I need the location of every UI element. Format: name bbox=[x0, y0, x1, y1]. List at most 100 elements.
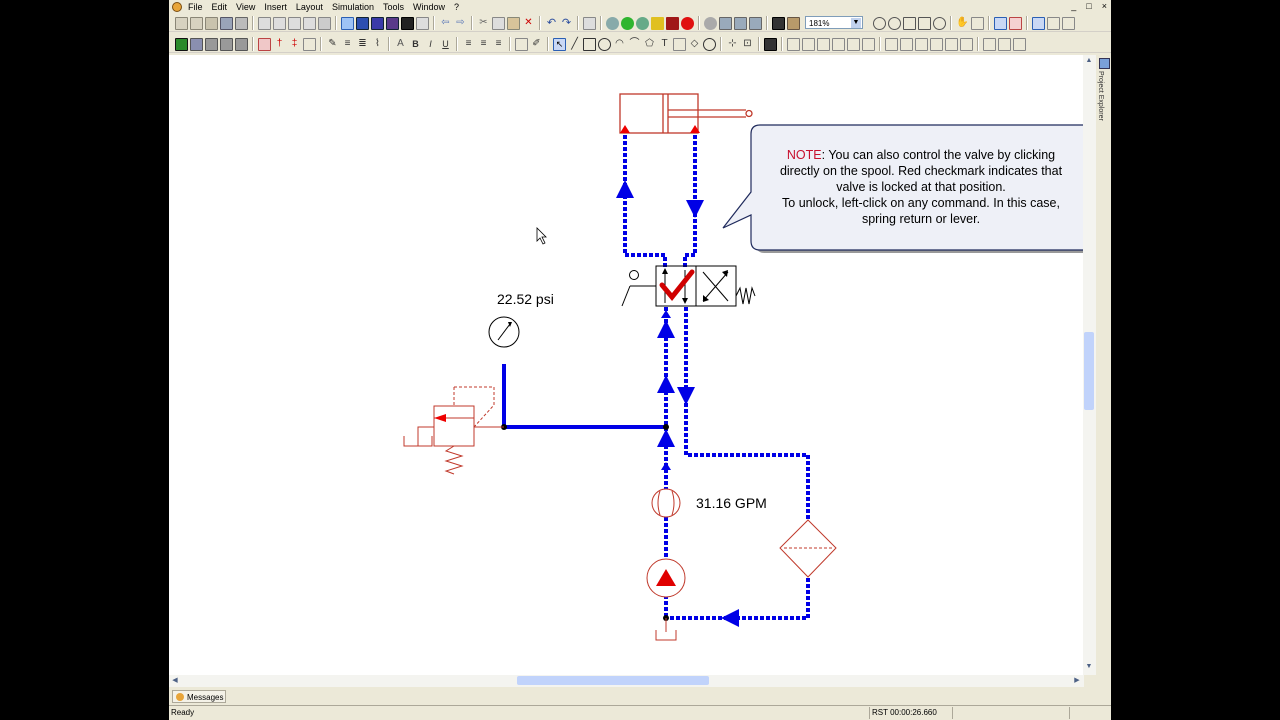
plot-icon[interactable] bbox=[749, 16, 762, 30]
run-simulation-icon[interactable] bbox=[621, 16, 634, 30]
menu-simulation[interactable]: Simulation bbox=[332, 1, 374, 13]
library-icon[interactable] bbox=[734, 16, 747, 30]
filter[interactable] bbox=[779, 519, 837, 578]
crop-icon[interactable] bbox=[998, 37, 1011, 51]
document-list-icon[interactable] bbox=[303, 16, 316, 30]
valve-lock-checkmark-icon[interactable] bbox=[659, 269, 695, 301]
zoom-previous-icon[interactable] bbox=[933, 16, 946, 30]
flip-icon[interactable] bbox=[817, 37, 830, 51]
hydraulic-cylinder[interactable] bbox=[619, 93, 753, 134]
symbol-tool-icon[interactable] bbox=[703, 37, 716, 51]
close-button[interactable]: × bbox=[1102, 1, 1107, 11]
distribute-icon[interactable] bbox=[930, 37, 943, 51]
horizontal-scroll-thumb[interactable] bbox=[517, 676, 709, 685]
scroll-right-icon[interactable]: ▶ bbox=[1072, 676, 1082, 686]
fill-icon[interactable]: ⌇ bbox=[371, 37, 384, 51]
flow-icon[interactable] bbox=[371, 16, 384, 30]
layer-icon[interactable] bbox=[190, 37, 203, 51]
new-file-icon[interactable] bbox=[175, 16, 188, 30]
directional-valve[interactable] bbox=[621, 265, 756, 307]
properties-icon[interactable] bbox=[583, 16, 596, 30]
copy-icon[interactable] bbox=[492, 16, 505, 30]
chart-icon[interactable] bbox=[787, 16, 800, 30]
messages-tab[interactable]: Messages bbox=[172, 690, 226, 703]
link-icon[interactable] bbox=[386, 16, 399, 30]
rotate-tool-icon[interactable] bbox=[885, 37, 898, 51]
menu-layout[interactable]: Layout bbox=[296, 1, 323, 13]
bold-icon[interactable]: B bbox=[409, 37, 422, 51]
restore-button[interactable]: □ bbox=[1086, 1, 1091, 11]
project-explorer-tab[interactable]: Project Explorer bbox=[1097, 55, 1111, 135]
size-icon[interactable] bbox=[945, 37, 958, 51]
document-icon[interactable] bbox=[288, 16, 301, 30]
text-tool-icon[interactable]: T bbox=[658, 37, 671, 51]
settings-icon[interactable] bbox=[704, 16, 717, 30]
pressure-icon[interactable]: † bbox=[273, 37, 286, 51]
menu-file[interactable]: File bbox=[188, 1, 203, 13]
flow-meter-icon[interactable]: ‡ bbox=[288, 37, 301, 51]
cut-icon[interactable]: ✂ bbox=[477, 16, 490, 30]
font-size-icon[interactable]: A bbox=[394, 37, 407, 51]
line-tool-icon[interactable]: ╱ bbox=[568, 37, 581, 51]
undo-icon[interactable]: ↶ bbox=[545, 16, 558, 30]
zoom-window-icon[interactable] bbox=[903, 16, 916, 30]
stop-simulation-icon[interactable] bbox=[681, 16, 694, 30]
zoom-in-icon[interactable] bbox=[873, 16, 886, 30]
send-back-icon[interactable] bbox=[802, 37, 815, 51]
polygon-tool-icon[interactable]: ⬠ bbox=[643, 37, 656, 51]
resize-icon[interactable] bbox=[1013, 37, 1026, 51]
mirror-icon[interactable] bbox=[832, 37, 845, 51]
ungroup-icon[interactable]: ⊡ bbox=[741, 37, 754, 51]
vertical-scroll-thumb[interactable] bbox=[1084, 332, 1094, 410]
line-style-icon[interactable]: ≡ bbox=[341, 37, 354, 51]
step-icon[interactable] bbox=[636, 16, 649, 30]
measure-icon[interactable] bbox=[772, 16, 785, 30]
save-icon[interactable] bbox=[220, 16, 233, 30]
code-tool-icon[interactable]: ◇ bbox=[688, 37, 701, 51]
vertical-scrollbar[interactable]: ▲ ▼ bbox=[1083, 55, 1096, 675]
scroll-up-icon[interactable]: ▲ bbox=[1084, 56, 1094, 66]
menu-edit[interactable]: Edit bbox=[212, 1, 228, 13]
pressure-gauge[interactable] bbox=[488, 316, 520, 348]
page-icon[interactable] bbox=[258, 16, 271, 30]
arc-tool-icon[interactable]: ◠ bbox=[613, 37, 626, 51]
rotate-left-icon[interactable] bbox=[847, 37, 860, 51]
format-painter-icon[interactable]: ✐ bbox=[530, 37, 543, 51]
zoom-out-icon[interactable] bbox=[888, 16, 901, 30]
sensor-icon[interactable] bbox=[303, 37, 316, 51]
minimize-button[interactable]: _ bbox=[1071, 1, 1076, 11]
align-left-icon[interactable]: ≡ bbox=[462, 37, 475, 51]
table-icon[interactable] bbox=[416, 16, 429, 30]
show-grid-icon[interactable] bbox=[1032, 16, 1045, 30]
polyline-tool-icon[interactable]: ⌒ bbox=[628, 37, 641, 51]
flow-meter[interactable] bbox=[651, 488, 681, 518]
menu-insert[interactable]: Insert bbox=[264, 1, 287, 13]
align-icon[interactable] bbox=[915, 37, 928, 51]
menu-help[interactable]: ? bbox=[454, 1, 459, 13]
valve-lever-handle[interactable] bbox=[621, 285, 631, 307]
snap-point-icon[interactable] bbox=[1009, 16, 1022, 30]
scroll-down-icon[interactable]: ▼ bbox=[1084, 662, 1094, 672]
valve-lever-knob[interactable] bbox=[629, 270, 639, 280]
component-library-icon[interactable] bbox=[764, 37, 777, 51]
rotate-right-icon[interactable] bbox=[862, 37, 875, 51]
bring-front-icon[interactable] bbox=[787, 37, 800, 51]
image-tool-icon[interactable] bbox=[673, 37, 686, 51]
rotate-icon[interactable] bbox=[971, 16, 984, 30]
relief-valve[interactable] bbox=[403, 386, 495, 475]
print-icon[interactable] bbox=[235, 16, 248, 30]
grid-icon[interactable] bbox=[318, 16, 331, 30]
snap-grid-icon[interactable] bbox=[994, 16, 1007, 30]
camera-icon[interactable] bbox=[401, 16, 414, 30]
group-icon[interactable]: ⊹ bbox=[726, 37, 739, 51]
chevron-down-icon[interactable]: ▼ bbox=[851, 18, 861, 28]
frame-icon[interactable] bbox=[983, 37, 996, 51]
arrange-icon[interactable] bbox=[900, 37, 913, 51]
menu-view[interactable]: View bbox=[236, 1, 255, 13]
paste-icon[interactable] bbox=[507, 16, 520, 30]
component-icon[interactable] bbox=[356, 16, 369, 30]
delete-icon[interactable]: ✕ bbox=[522, 16, 535, 30]
text-box-icon[interactable] bbox=[515, 37, 528, 51]
fluid-icon[interactable] bbox=[258, 37, 271, 51]
italic-icon[interactable]: I bbox=[424, 37, 437, 51]
